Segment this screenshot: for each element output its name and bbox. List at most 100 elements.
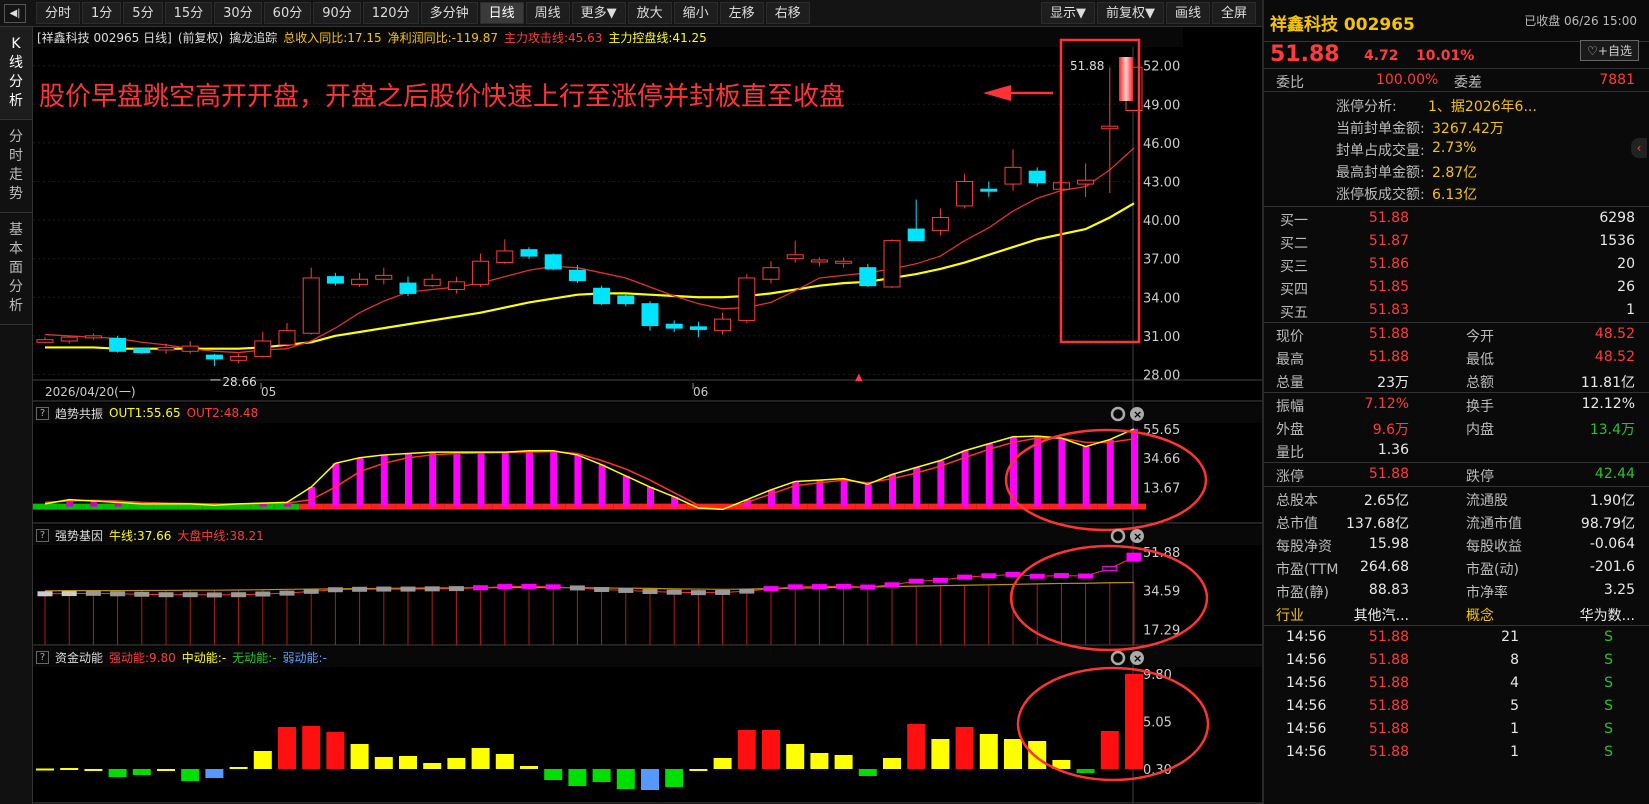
momentum-bar <box>423 763 442 769</box>
book-price: 51.87 <box>1368 233 1409 249</box>
tick-row: 14:56 51.88 1 S <box>1264 718 1649 741</box>
period-button-15[interactable]: 右移 <box>765 2 810 24</box>
tick-price: 51.88 <box>1368 744 1409 760</box>
period-button-13[interactable]: 缩小 <box>673 2 718 24</box>
candle-body <box>375 274 393 280</box>
tick-time: 14:56 <box>1286 698 1327 714</box>
side-tab-char: 面 <box>9 260 23 276</box>
period-button-14[interactable]: 左移 <box>719 2 764 24</box>
fund-row-label: 每股净资 <box>1276 539 1332 555</box>
book-price: 51.88 <box>1368 210 1409 226</box>
period-button-10[interactable]: 周线 <box>525 2 570 24</box>
tick-qty: 4 <box>1510 675 1519 691</box>
book-level: 买一 <box>1280 213 1308 229</box>
limit-row: 涨停板成交额: 6.13亿 <box>1264 182 1649 204</box>
momentum-bar <box>302 726 321 769</box>
side-tab-char: 本 <box>9 241 23 257</box>
collapse-toggle[interactable]: ◀| <box>4 4 26 23</box>
fund-row: 行业 其他汽... 概念 华为数... <box>1264 602 1649 625</box>
toolbar-right-button-0[interactable]: 显示▼ <box>1040 2 1095 24</box>
period-button-9[interactable]: 日线 <box>479 2 524 24</box>
stat-row-label: 振幅 <box>1276 399 1304 415</box>
period-button-6[interactable]: 90分 <box>313 2 361 24</box>
fund-row-label: 市盈(静) <box>1276 585 1329 601</box>
weibi-value: 100.00% <box>1376 72 1439 88</box>
momentum-bar <box>157 769 175 771</box>
momentum-bar <box>786 744 805 769</box>
period-button-0[interactable]: 分时 <box>36 2 81 24</box>
book-row[interactable]: 买三 51.86 20 <box>1264 253 1649 276</box>
period-button-11[interactable]: 更多▼ <box>571 2 626 24</box>
fund-row: 总股本 2.65亿 流通股 1.90亿 <box>1264 487 1649 510</box>
tick-qty: 8 <box>1510 652 1519 668</box>
book-row[interactable]: 买四 51.85 26 <box>1264 276 1649 299</box>
limit-prices: 涨停 51.88 跌停 42.44 <box>1264 462 1649 486</box>
momentum-bar <box>665 769 684 787</box>
toolbar-right-button-2[interactable]: 画线 <box>1165 2 1210 24</box>
book-row[interactable]: 买一 51.88 6298 <box>1264 207 1649 230</box>
gear-icon[interactable] <box>1110 650 1126 666</box>
book-row[interactable]: 买二 51.87 1536 <box>1264 230 1649 253</box>
candle-body <box>931 217 949 231</box>
panel-tools: × <box>1110 406 1144 422</box>
period-button-7[interactable]: 120分 <box>362 2 419 24</box>
fund-row-label: 总股本 <box>1276 493 1318 509</box>
period-button-2[interactable]: 5分 <box>123 2 163 24</box>
gene-bar <box>1078 573 1094 579</box>
gene-bar <box>1102 566 1118 572</box>
momentum-bar <box>399 756 417 769</box>
fund-row-value2: -0.064 <box>1589 536 1635 552</box>
momentum-bar <box>205 769 224 778</box>
candle-body <box>447 281 465 291</box>
candle-body <box>230 355 248 361</box>
stat-row: 最高 51.88 最低 48.52 <box>1264 346 1649 369</box>
quote-stats2: 振幅 7.12% 换手 12.12% 外盘 9.6万 内盘 13.4万 量比 1.36 <box>1264 392 1649 462</box>
book-row[interactable]: 买五 51.83 1 <box>1264 299 1649 322</box>
trend-bar <box>477 452 485 507</box>
tick-time: 14:56 <box>1286 675 1327 691</box>
stat-row-label: 量比 <box>1276 445 1304 461</box>
panel1-tick: 13.67 <box>1143 482 1180 497</box>
period-button-4[interactable]: 30分 <box>214 2 262 24</box>
panel-tools: × <box>1110 528 1144 544</box>
stat-row: 现价 51.88 今开 48.52 <box>1264 323 1649 346</box>
tick-time: 14:56 <box>1286 721 1327 737</box>
side-tab-1[interactable]: 分时走势 <box>0 120 32 213</box>
fund-row-label2: 每股收益 <box>1466 539 1522 555</box>
period-button-3[interactable]: 15分 <box>164 2 213 24</box>
gear-icon[interactable] <box>1110 528 1126 544</box>
period-button-12[interactable]: 放大 <box>627 2 672 24</box>
toolbar-right-button-1[interactable]: 前复权▼ <box>1096 2 1164 24</box>
gene-bar <box>206 592 222 598</box>
tick-qty: 5 <box>1510 698 1519 714</box>
candle-body <box>956 180 974 207</box>
candle-body <box>762 267 780 280</box>
fund-row-value2: 1.90亿 <box>1589 493 1635 509</box>
gene-bar <box>352 586 368 592</box>
tick-side: S <box>1604 675 1613 691</box>
period-button-8[interactable]: 多分钟 <box>420 2 478 24</box>
chart-area: [祥鑫科技 002965 日线] (前复权) 擒龙追踪 总收入同比:17.15 … <box>33 27 1262 804</box>
candle-body <box>157 346 175 351</box>
trend-bar <box>1106 439 1114 507</box>
side-tab-0[interactable]: K线分析 <box>0 27 32 120</box>
tick-qty: 1 <box>1510 721 1519 737</box>
gear-icon[interactable] <box>1110 406 1126 422</box>
gene-bar <box>1126 552 1142 562</box>
gene-bar <box>279 590 295 596</box>
chart-svg[interactable]: 52.00 49.00 46.00 43.00 40.00 37.00 34.00 31.00… <box>33 27 1262 804</box>
momentum-bar <box>713 758 732 769</box>
period-button-1[interactable]: 1分 <box>82 2 122 24</box>
period-button-5[interactable]: 60分 <box>263 2 312 24</box>
toolbar-right-button-3[interactable]: 全屏 <box>1211 2 1256 24</box>
tick-side: S <box>1604 698 1613 714</box>
trend-bar <box>550 450 558 507</box>
stat-row-label: 最高 <box>1276 352 1304 368</box>
chart-grid: 52.00 49.00 46.00 43.00 40.00 37.00 34.00 31.00… <box>33 47 1262 804</box>
trend-bar <box>356 457 364 507</box>
weicha-value: 7881 <box>1599 72 1635 88</box>
side-tab-2[interactable]: 基本面分析 <box>0 213 32 325</box>
gene-bar <box>134 591 150 597</box>
panel1-series: 55.6534.6613.67 <box>33 423 1208 532</box>
collapse-arrow-icon[interactable]: ‹ <box>1631 138 1647 158</box>
